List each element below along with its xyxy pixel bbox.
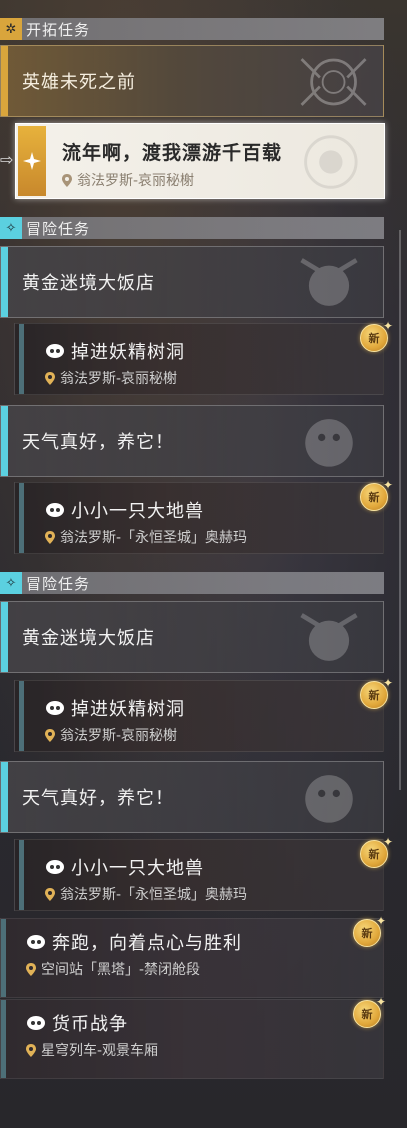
quest-item[interactable]: 奔跑，向着点心与胜利 空间站「黑塔」-禁闭舱段 新 ✦ xyxy=(0,914,386,998)
new-badge: 新 ✦ xyxy=(360,478,393,511)
accent-bar xyxy=(1,762,8,832)
quest-bar xyxy=(19,324,24,394)
quest-item[interactable]: 货币战争 星穹列车-观景车厢 新 ✦ xyxy=(0,995,386,1079)
location-text: 翁法罗斯-「永恒圣城」奥赫玛 xyxy=(60,530,248,546)
scrollbar[interactable] xyxy=(399,230,401,790)
quest-item[interactable]: 掉进妖精树洞 翁法罗斯-哀丽秘榭 新 ✦ xyxy=(14,319,393,395)
new-badge: 新 ✦ xyxy=(353,914,386,947)
quest-item[interactable]: 掉进妖精树洞 翁法罗斯-哀丽秘榭 新 ✦ xyxy=(14,676,393,752)
accent-bar xyxy=(1,602,8,672)
quest-emblem-icon xyxy=(304,135,358,189)
group-emblem-icon xyxy=(300,258,358,306)
adventure-icon: ✧ xyxy=(0,217,22,239)
quest-group-hotel[interactable]: 黄金迷境大饭店 xyxy=(0,601,384,673)
new-badge: 新 ✦ xyxy=(360,676,393,709)
section-header-trailblaze: ✲ 开拓任务 xyxy=(0,18,384,40)
quest-bar xyxy=(19,483,24,553)
quest-title: 掉进妖精树洞 xyxy=(45,338,185,364)
group-title: 黄金迷境大饭店 xyxy=(22,628,155,649)
new-badge: 新 ✦ xyxy=(360,835,393,868)
accent-bar xyxy=(1,406,8,476)
chapter-title: 英雄未死之前 xyxy=(22,72,136,93)
quest-location: 翁法罗斯-哀丽秘榭 xyxy=(45,368,177,388)
location-text: 翁法罗斯-哀丽秘榭 xyxy=(60,728,178,744)
section-header-adventure: ✧ 冒险任务 xyxy=(0,217,384,239)
group-emblem-icon xyxy=(305,419,353,467)
selected-quest-card[interactable]: 流年啊，渡我漂游千百载 翁法罗斯-哀丽秘榭 xyxy=(15,123,385,199)
location-pin-icon xyxy=(62,173,72,187)
quest-title-text: 货币战争 xyxy=(52,1014,128,1035)
location-text: 翁法罗斯-哀丽秘榭 xyxy=(77,173,195,189)
trailblaze-chapter[interactable]: 英雄未死之前 xyxy=(0,45,384,117)
section-title: 冒险任务 xyxy=(26,574,91,593)
quest-group-hotel[interactable]: 黄金迷境大饭店 xyxy=(0,246,384,318)
group-emblem-icon xyxy=(305,775,353,823)
location-pin-icon xyxy=(45,887,55,901)
adventure-quest-icon xyxy=(46,344,64,358)
quest-title: 流年啊，渡我漂游千百载 xyxy=(62,142,283,164)
location-pin-icon xyxy=(45,728,55,742)
group-title: 天气真好，养它！ xyxy=(22,432,174,453)
new-badge: 新 ✦ xyxy=(360,319,393,352)
section-header-adventure: ✧ 冒险任务 xyxy=(0,572,384,594)
new-badge: 新 ✦ xyxy=(353,995,386,1028)
quest-location: 空间站「黑塔」-禁闭舱段 xyxy=(26,959,200,979)
location-text: 翁法罗斯-「永恒圣城」奥赫玛 xyxy=(60,887,248,903)
quest-title: 货币战争 xyxy=(26,1010,128,1036)
quest-title-text: 小小一只大地兽 xyxy=(71,858,204,879)
quest-bar xyxy=(19,681,24,751)
quest-location: 翁法罗斯-哀丽秘榭 xyxy=(62,170,194,190)
section-title: 冒险任务 xyxy=(26,219,91,238)
quest-location: 翁法罗斯-哀丽秘榭 xyxy=(45,725,177,745)
location-pin-icon xyxy=(45,530,55,544)
trailblaze-badge-icon xyxy=(18,126,46,196)
quest-item[interactable]: 小小一只大地兽 翁法罗斯-「永恒圣城」奥赫玛 新 ✦ xyxy=(14,478,393,554)
trailblaze-icon: ✲ xyxy=(0,18,22,40)
adventure-quest-icon xyxy=(46,503,64,517)
quest-title-text: 掉进妖精树洞 xyxy=(71,699,185,720)
quest-title-text: 掉进妖精树洞 xyxy=(71,342,185,363)
location-pin-icon xyxy=(26,1043,36,1057)
quest-title: 掉进妖精树洞 xyxy=(45,695,185,721)
adventure-quest-icon xyxy=(27,935,45,949)
quest-item[interactable]: 小小一只大地兽 翁法罗斯-「永恒圣城」奥赫玛 新 ✦ xyxy=(14,835,393,911)
location-text: 翁法罗斯-哀丽秘榭 xyxy=(60,371,178,387)
quest-group-weather[interactable]: 天气真好，养它！ xyxy=(0,405,384,477)
adventure-quest-icon xyxy=(46,701,64,715)
adventure-quest-icon xyxy=(46,860,64,874)
quest-location: 翁法罗斯-「永恒圣城」奥赫玛 xyxy=(45,527,247,547)
group-emblem-icon xyxy=(300,613,358,661)
adventure-icon: ✧ xyxy=(0,572,22,594)
quest-location: 翁法罗斯-「永恒圣城」奥赫玛 xyxy=(45,884,247,904)
location-pin-icon xyxy=(45,371,55,385)
quest-title: 小小一只大地兽 xyxy=(45,854,204,880)
quest-bar xyxy=(1,919,6,997)
quest-title-text: 奔跑，向着点心与胜利 xyxy=(52,933,242,954)
location-pin-icon xyxy=(26,962,36,976)
group-title: 黄金迷境大饭店 xyxy=(22,273,155,294)
quest-list-panel: ✲ 开拓任务 英雄未死之前 ⇨ 流年啊，渡我漂游千百载 翁法罗斯-哀丽秘榭 ✧ … xyxy=(0,0,407,1128)
quest-bar xyxy=(19,840,24,910)
quest-bar xyxy=(1,1000,6,1078)
location-text: 空间站「黑塔」-禁闭舱段 xyxy=(41,962,201,978)
section-title: 开拓任务 xyxy=(26,20,91,39)
selection-arrow-icon: ⇨ xyxy=(0,150,14,169)
accent-bar xyxy=(1,247,8,317)
quest-title-text: 小小一只大地兽 xyxy=(71,501,204,522)
quest-title: 小小一只大地兽 xyxy=(45,497,204,523)
group-title: 天气真好，养它！ xyxy=(22,788,174,809)
accent-bar xyxy=(1,46,8,116)
chapter-emblem-icon xyxy=(300,58,367,106)
quest-group-weather[interactable]: 天气真好，养它！ xyxy=(0,761,384,833)
location-text: 星穹列车-观景车厢 xyxy=(41,1043,159,1059)
quest-title: 奔跑，向着点心与胜利 xyxy=(26,929,242,955)
quest-location: 星穹列车-观景车厢 xyxy=(26,1040,158,1060)
adventure-quest-icon xyxy=(27,1016,45,1030)
